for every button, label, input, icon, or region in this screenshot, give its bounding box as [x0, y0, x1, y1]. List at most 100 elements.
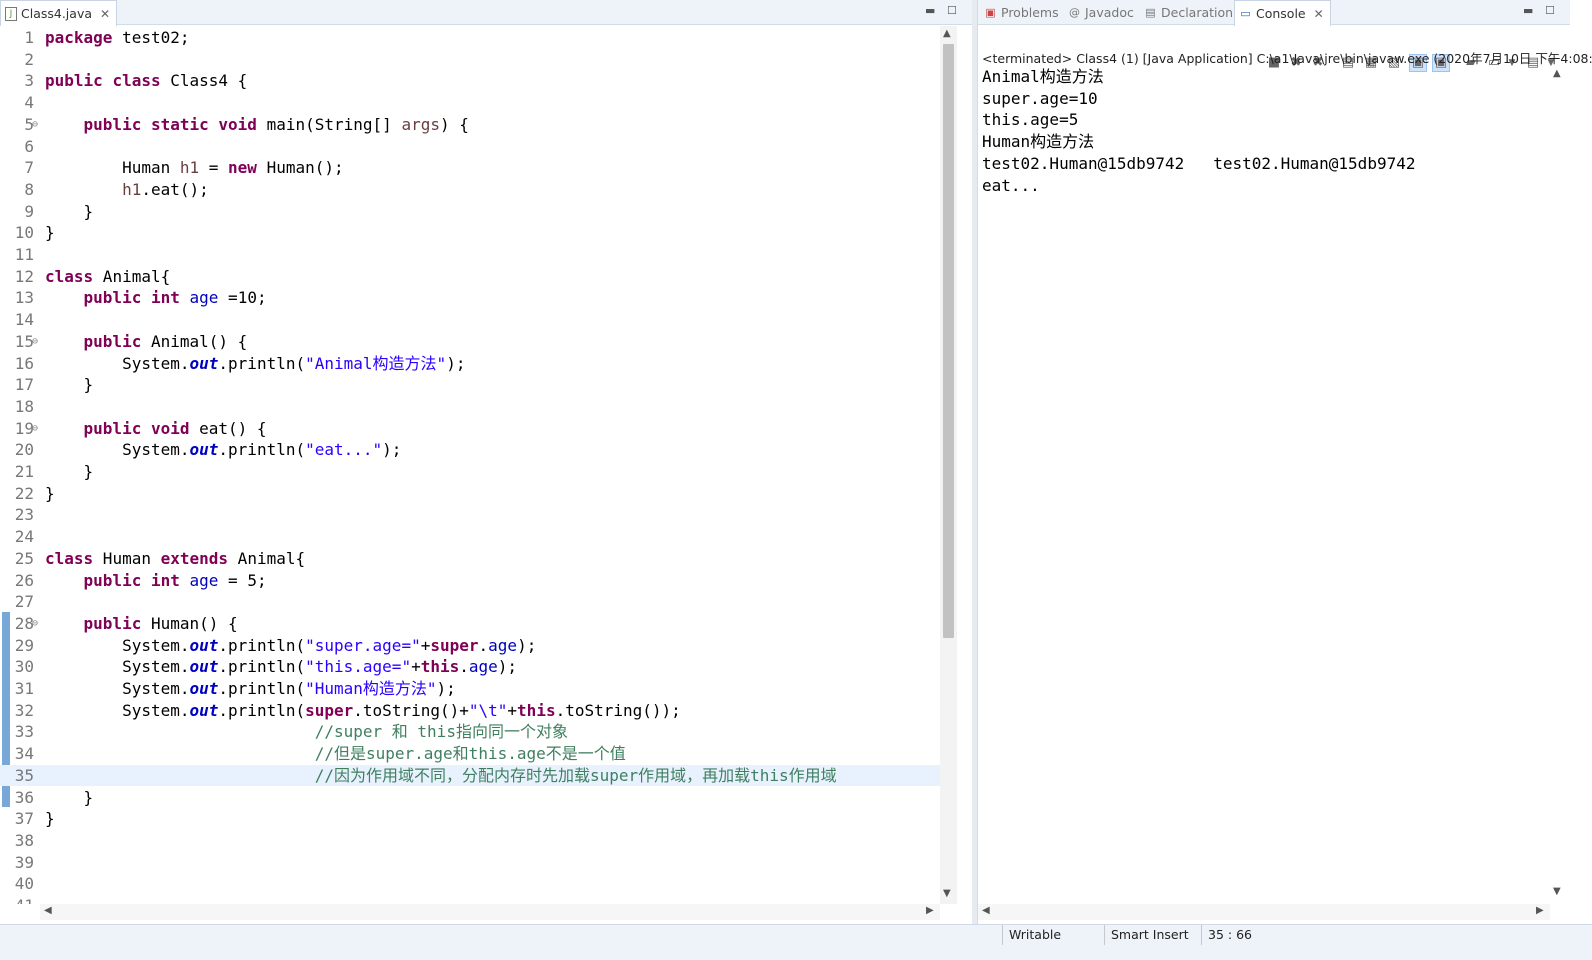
code-text: System.out.println("Human构造方法"); — [45, 678, 456, 700]
minimize-icon[interactable]: ▬ — [925, 4, 935, 17]
code-line[interactable]: 40 — [0, 873, 940, 895]
code-text: //super 和 this指向同一个对象 — [45, 721, 568, 743]
code-token: out — [189, 679, 219, 698]
code-line[interactable]: 36 } — [0, 787, 940, 809]
maximize-icon[interactable]: ☐ — [1545, 4, 1555, 17]
code-line[interactable]: 23 — [0, 504, 940, 526]
console-output[interactable]: Animal构造方法 super.age=10 this.age=5 Human构造方… — [978, 66, 1550, 902]
code-line[interactable]: 35 //因为作用域不同，分配内存时先加载super作用域，再加载this作用域 — [0, 764, 940, 787]
code-line[interactable]: 4 — [0, 92, 940, 114]
line-number: 14 — [14, 310, 34, 330]
code-token: = 5; — [218, 570, 267, 590]
code-line[interactable]: 31 System.out.println("Human构造方法"); — [0, 678, 940, 700]
tab-class4-java[interactable]: J Class4.java ✕ — [0, 0, 118, 26]
close-icon[interactable]: ✕ — [1314, 7, 1324, 21]
scroll-right-icon[interactable]: ▶ — [1536, 905, 1544, 916]
line-number: 35 — [14, 765, 34, 785]
console-vertical-scrollbar[interactable]: ▲ ▼ — [1550, 66, 1567, 902]
code-line[interactable]: 30 System.out.println("this.age="+this.a… — [0, 656, 940, 678]
code-token: h1 — [122, 179, 142, 199]
status-insert-mode[interactable]: Smart Insert — [1104, 925, 1201, 945]
code-line[interactable]: 28 ⊖ public Human() { — [0, 613, 940, 635]
fold-collapse-icon[interactable]: ⊖ — [32, 331, 38, 353]
code-editor[interactable]: 1 package test02; 2 3 public class Class4 {4… — [0, 26, 940, 904]
code-line[interactable]: 14 — [0, 309, 940, 331]
code-line[interactable]: 38 — [0, 830, 940, 852]
code-line[interactable]: 8 h1.eat(); — [0, 179, 940, 201]
code-line[interactable]: 26 public int age = 5; — [0, 570, 940, 592]
code-line[interactable]: 1 package test02; — [0, 27, 940, 49]
code-line[interactable]: 5 ⊖ public static void main(String[] args… — [0, 114, 940, 136]
scroll-right-icon[interactable]: ▶ — [926, 905, 934, 916]
code-token: Class4 { — [160, 71, 248, 91]
maximize-icon[interactable]: ☐ — [947, 4, 957, 17]
code-line[interactable]: 41 — [0, 895, 940, 904]
code-line[interactable]: 22} — [0, 483, 940, 505]
code-line[interactable]: 32 System.out.println(super.toString()+"… — [0, 700, 940, 722]
code-line[interactable]: 3 public class Class4 { — [0, 70, 940, 92]
code-line[interactable]: 2 — [0, 49, 940, 71]
code-token: =10; — [218, 288, 267, 308]
scroll-left-icon[interactable]: ◀ — [44, 905, 52, 916]
line-number: 13 — [14, 288, 34, 308]
code-line[interactable]: 10} — [0, 222, 940, 244]
line-number: 26 — [14, 570, 34, 590]
minimize-icon[interactable]: ▬ — [1523, 4, 1533, 17]
scroll-down-icon[interactable]: ▼ — [1553, 886, 1561, 897]
code-line[interactable]: 39 — [0, 852, 940, 874]
code-token: System. — [45, 635, 190, 655]
tab-problems[interactable]: ▣ Problems — [980, 0, 1058, 24]
close-icon[interactable]: ✕ — [100, 7, 110, 21]
status-writable: Writable — [1002, 925, 1103, 945]
code-line[interactable]: 6 — [0, 136, 940, 158]
code-line[interactable]: 11 — [0, 244, 940, 266]
console-horizontal-scrollbar[interactable]: ◀ ▶ — [978, 904, 1550, 920]
code-token: void — [218, 114, 257, 134]
code-token: public — [83, 114, 142, 134]
tab-console[interactable]: ▭ Console ✕ — [1234, 0, 1331, 26]
scroll-left-icon[interactable]: ◀ — [982, 905, 990, 916]
code-line[interactable]: 29 System.out.println("super.age="+super… — [0, 635, 940, 657]
line-number: 8 — [24, 179, 34, 199]
code-line[interactable]: 19 ⊖ public void eat() { — [0, 418, 940, 440]
scroll-up-icon[interactable]: ▲ — [943, 28, 951, 39]
code-line[interactable]: 12 class Animal{ — [0, 266, 940, 288]
scroll-up-icon[interactable]: ▲ — [1553, 68, 1561, 79]
scroll-down-icon[interactable]: ▼ — [943, 888, 951, 899]
code-line[interactable]: 9 } — [0, 201, 940, 223]
code-line[interactable]: 16 System.out.println("Animal构造方法"); — [0, 353, 940, 375]
code-token: public — [83, 613, 142, 633]
code-token: .println( — [218, 657, 306, 677]
code-token: + — [507, 700, 518, 720]
code-line[interactable]: 17 } — [0, 374, 940, 396]
editor-horizontal-scrollbar[interactable]: ◀ ▶ — [40, 904, 940, 920]
code-line[interactable]: 13 public int age =10; — [0, 287, 940, 309]
code-line[interactable]: 27 — [0, 591, 940, 613]
fold-collapse-icon[interactable]: ⊖ — [32, 418, 38, 440]
code-line[interactable]: 7 Human h1 = new Human(); — [0, 157, 940, 179]
line-number: 39 — [14, 852, 34, 872]
code-text: class Human extends Animal{ — [45, 548, 305, 570]
tab-javadoc[interactable]: @ Javadoc — [1064, 0, 1134, 24]
line-number: 40 — [14, 874, 34, 894]
editor-vertical-scrollbar[interactable]: ▲ ▼ — [940, 26, 957, 904]
code-line[interactable]: 33 //super 和 this指向同一个对象 — [0, 721, 940, 743]
code-line[interactable]: 25 class Human extends Animal{ — [0, 548, 940, 570]
code-line[interactable]: 15 ⊖ public Animal() { — [0, 331, 940, 353]
line-number: 36 — [14, 787, 34, 807]
tab-declaration[interactable]: ▤ Declaration — [1140, 0, 1233, 24]
scrollbar-thumb[interactable] — [943, 44, 954, 638]
code-token: Human() { — [141, 613, 238, 633]
fold-collapse-icon[interactable]: ⊖ — [32, 613, 38, 635]
code-line[interactable]: 24 — [0, 526, 940, 548]
code-line[interactable]: 21 } — [0, 461, 940, 483]
fold-collapse-icon[interactable]: ⊖ — [32, 114, 38, 136]
code-line[interactable]: 20 System.out.println("eat..."); — [0, 439, 940, 461]
code-line[interactable]: 34 //但是super.age和this.age不是一个值 — [0, 743, 940, 765]
code-line[interactable]: 18 — [0, 396, 940, 418]
line-number: 23 — [14, 505, 34, 525]
code-line[interactable]: 37} — [0, 808, 940, 830]
